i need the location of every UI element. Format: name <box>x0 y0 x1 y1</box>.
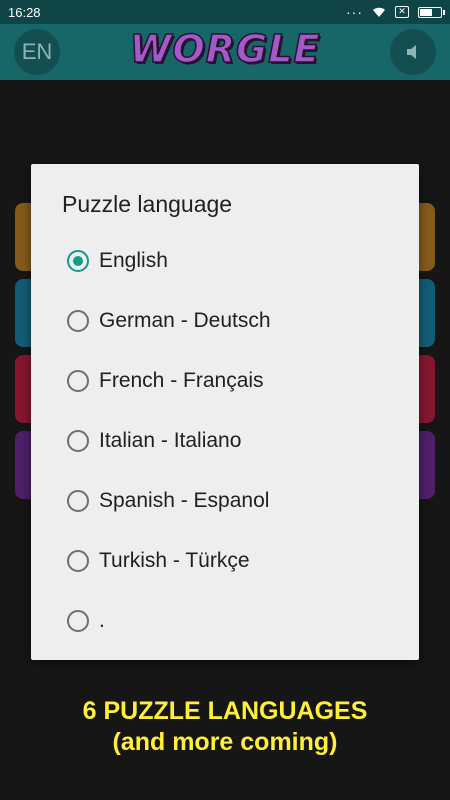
language-option-french[interactable]: French - Français <box>67 361 264 401</box>
language-option-italian[interactable]: Italian - Italiano <box>67 421 241 461</box>
dialog-title: Puzzle language <box>62 191 233 217</box>
option-label: Italian - Italiano <box>99 429 242 452</box>
radio-unchecked-icon[interactable] <box>67 490 89 512</box>
radio-unchecked-icon[interactable] <box>67 370 89 392</box>
radio-unchecked-icon[interactable] <box>67 610 89 632</box>
dots-icon: ··· <box>346 4 363 20</box>
language-option-turkish[interactable]: Turkish - Türkçe <box>67 541 250 581</box>
speaker-icon <box>407 45 416 59</box>
option-label: English <box>99 249 168 272</box>
language-option-spanish[interactable]: Spanish - Espanol <box>67 481 269 521</box>
radio-checked-icon[interactable] <box>67 250 89 272</box>
option-label: Spanish - Espanol <box>99 489 270 512</box>
wifi-icon <box>373 7 385 17</box>
status-bar: 16:28 ··· ✕ <box>0 0 450 24</box>
battery-icon <box>418 6 445 18</box>
app-logo: WORGLE <box>129 26 321 72</box>
status-time: 16:28 <box>8 4 41 20</box>
sim-x-icon: ✕ <box>395 6 409 18</box>
language-option-german[interactable]: German - Deutsch <box>67 301 271 341</box>
app-bar: EN WORGLE <box>0 24 450 80</box>
puzzle-language-dialog: Puzzle language English German - Deutsch… <box>31 164 419 660</box>
radio-unchecked-icon[interactable] <box>67 550 89 572</box>
radio-unchecked-icon[interactable] <box>67 430 89 452</box>
option-label: . <box>99 609 105 632</box>
sound-button[interactable] <box>390 29 436 75</box>
promo-line-2: (and more coming) <box>112 728 338 756</box>
option-label: Turkish - Türkçe <box>99 549 250 572</box>
language-option-other[interactable]: . <box>67 601 105 641</box>
promo-line-1: 6 PUZZLE LANGUAGES <box>82 697 368 725</box>
language-option-english[interactable]: English <box>67 241 168 281</box>
option-label: French - Français <box>99 369 264 392</box>
option-label: German - Deutsch <box>99 309 271 332</box>
status-icons: ··· ✕ <box>346 4 445 20</box>
radio-unchecked-icon[interactable] <box>67 310 89 332</box>
